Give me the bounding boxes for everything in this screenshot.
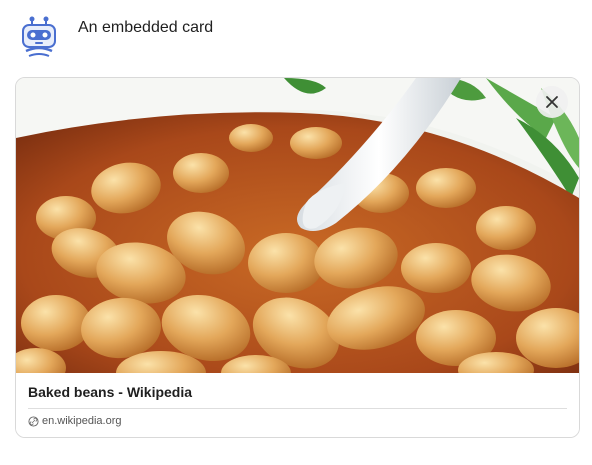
- close-button[interactable]: [536, 86, 568, 118]
- link-icon: [28, 415, 39, 427]
- card-source: en.wikipedia.org: [28, 415, 122, 427]
- card-title[interactable]: Baked beans - Wikipedia: [28, 384, 192, 400]
- message-header: An embedded card: [14, 11, 213, 61]
- robot-icon: [15, 12, 63, 60]
- message-title: An embedded card: [78, 19, 214, 36]
- close-icon: [546, 96, 558, 108]
- card-source-domain: en.wikipedia.org: [42, 415, 122, 427]
- baked-beans-photo: [16, 78, 579, 373]
- link-preview-card[interactable]: Baked beans - Wikipedia en.wikipedia.org: [15, 77, 580, 438]
- card-footer: Baked beans - Wikipedia en.wikipedia.org: [16, 373, 579, 437]
- card-divider: [28, 408, 567, 409]
- embedded-card-view: An embedded card Baked beans - Wikipedia…: [0, 0, 592, 465]
